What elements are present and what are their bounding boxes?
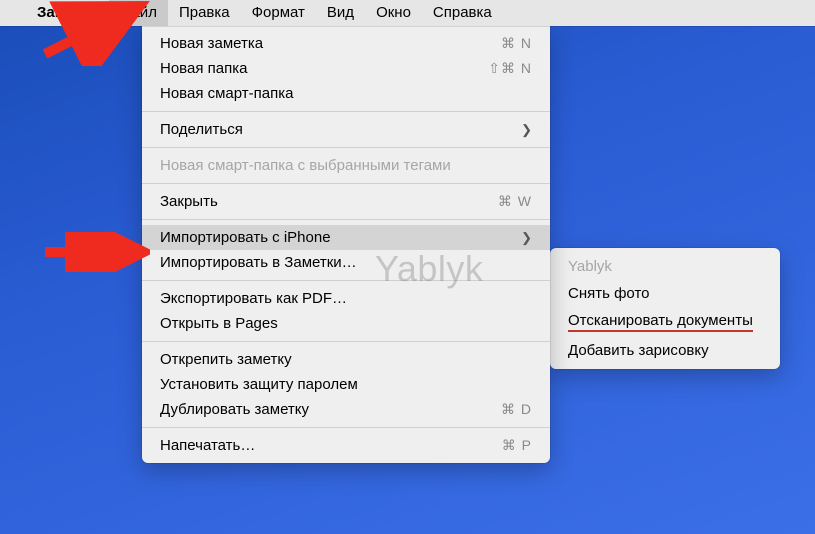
menu-label: Новая смарт-папка xyxy=(160,85,293,102)
menu-open-pages[interactable]: Открыть в Pages xyxy=(142,311,550,336)
menu-label: Экспортировать как PDF… xyxy=(160,290,347,307)
menubar-item-window[interactable]: Окно xyxy=(365,0,422,26)
submenu-add-sketch[interactable]: Добавить зарисовку xyxy=(550,337,780,364)
menubar-item-help[interactable]: Справка xyxy=(422,0,503,26)
menu-label: Новая смарт-папка с выбранными тегами xyxy=(160,157,451,174)
menu-smart-tags: Новая смарт-папка с выбранными тегами xyxy=(142,153,550,178)
menu-label: Закрыть xyxy=(160,193,218,210)
menu-share[interactable]: Поделиться ❯ xyxy=(142,117,550,142)
shortcut: ⌘ D xyxy=(501,401,532,418)
annotation-arrow-icon xyxy=(40,0,150,66)
shortcut: ⌘ W xyxy=(498,193,532,210)
menu-set-password[interactable]: Установить защиту паролем xyxy=(142,372,550,397)
menu-label: Установить защиту паролем xyxy=(160,376,358,393)
menu-label: Отсканировать документы xyxy=(568,312,753,332)
menubar-item-edit[interactable]: Правка xyxy=(168,0,241,26)
shortcut: ⌘ P xyxy=(502,437,532,454)
menu-close[interactable]: Закрыть ⌘ W xyxy=(142,189,550,214)
menu-separator xyxy=(142,111,550,112)
menu-label: Добавить зарисовку xyxy=(568,342,709,359)
submenu-scan-documents[interactable]: Отсканировать документы xyxy=(550,307,780,337)
menu-new-note[interactable]: Новая заметка ⌘ N xyxy=(142,31,550,56)
menu-print[interactable]: Напечатать… ⌘ P xyxy=(142,433,550,458)
submenu-device-header: Yablyk xyxy=(550,253,780,280)
chevron-right-icon: ❯ xyxy=(521,122,532,138)
menu-separator xyxy=(142,219,550,220)
menu-new-smart-folder[interactable]: Новая смарт-папка xyxy=(142,81,550,106)
menu-separator xyxy=(142,341,550,342)
menu-label: Дублировать заметку xyxy=(160,401,309,418)
menu-export-pdf[interactable]: Экспортировать как PDF… xyxy=(142,286,550,311)
menu-label: Новая заметка xyxy=(160,35,263,52)
menu-separator xyxy=(142,183,550,184)
menu-label: Поделиться xyxy=(160,121,243,138)
menu-separator xyxy=(142,147,550,148)
annotation-arrow-icon xyxy=(40,232,150,272)
submenu-take-photo[interactable]: Снять фото xyxy=(550,280,780,307)
shortcut: ⇧⌘ N xyxy=(488,60,532,77)
shortcut: ⌘ N xyxy=(501,35,532,52)
menu-label: Импортировать в Заметки… xyxy=(160,254,357,271)
menu-label: Открепить заметку xyxy=(160,351,292,368)
menu-label: Снять фото xyxy=(568,285,650,302)
menu-duplicate[interactable]: Дублировать заметку ⌘ D xyxy=(142,397,550,422)
menu-label: Напечатать… xyxy=(160,437,255,454)
menu-separator xyxy=(142,427,550,428)
menu-import-iphone[interactable]: Импортировать с iPhone ❯ xyxy=(142,225,550,250)
menu-import-notes[interactable]: Импортировать в Заметки… xyxy=(142,250,550,275)
menubar-item-format[interactable]: Формат xyxy=(241,0,316,26)
menu-label: Yablyk xyxy=(568,258,612,275)
menu-unpin[interactable]: Открепить заметку xyxy=(142,347,550,372)
menubar-item-view[interactable]: Вид xyxy=(316,0,365,26)
menu-label: Импортировать с iPhone xyxy=(160,229,331,246)
file-menu-dropdown: Новая заметка ⌘ N Новая папка ⇧⌘ N Новая… xyxy=(142,26,550,463)
menu-new-folder[interactable]: Новая папка ⇧⌘ N xyxy=(142,56,550,81)
chevron-right-icon: ❯ xyxy=(521,230,532,246)
import-iphone-submenu: Yablyk Снять фото Отсканировать документ… xyxy=(550,248,780,369)
menu-separator xyxy=(142,280,550,281)
menu-label: Открыть в Pages xyxy=(160,315,278,332)
menu-label: Новая папка xyxy=(160,60,247,77)
